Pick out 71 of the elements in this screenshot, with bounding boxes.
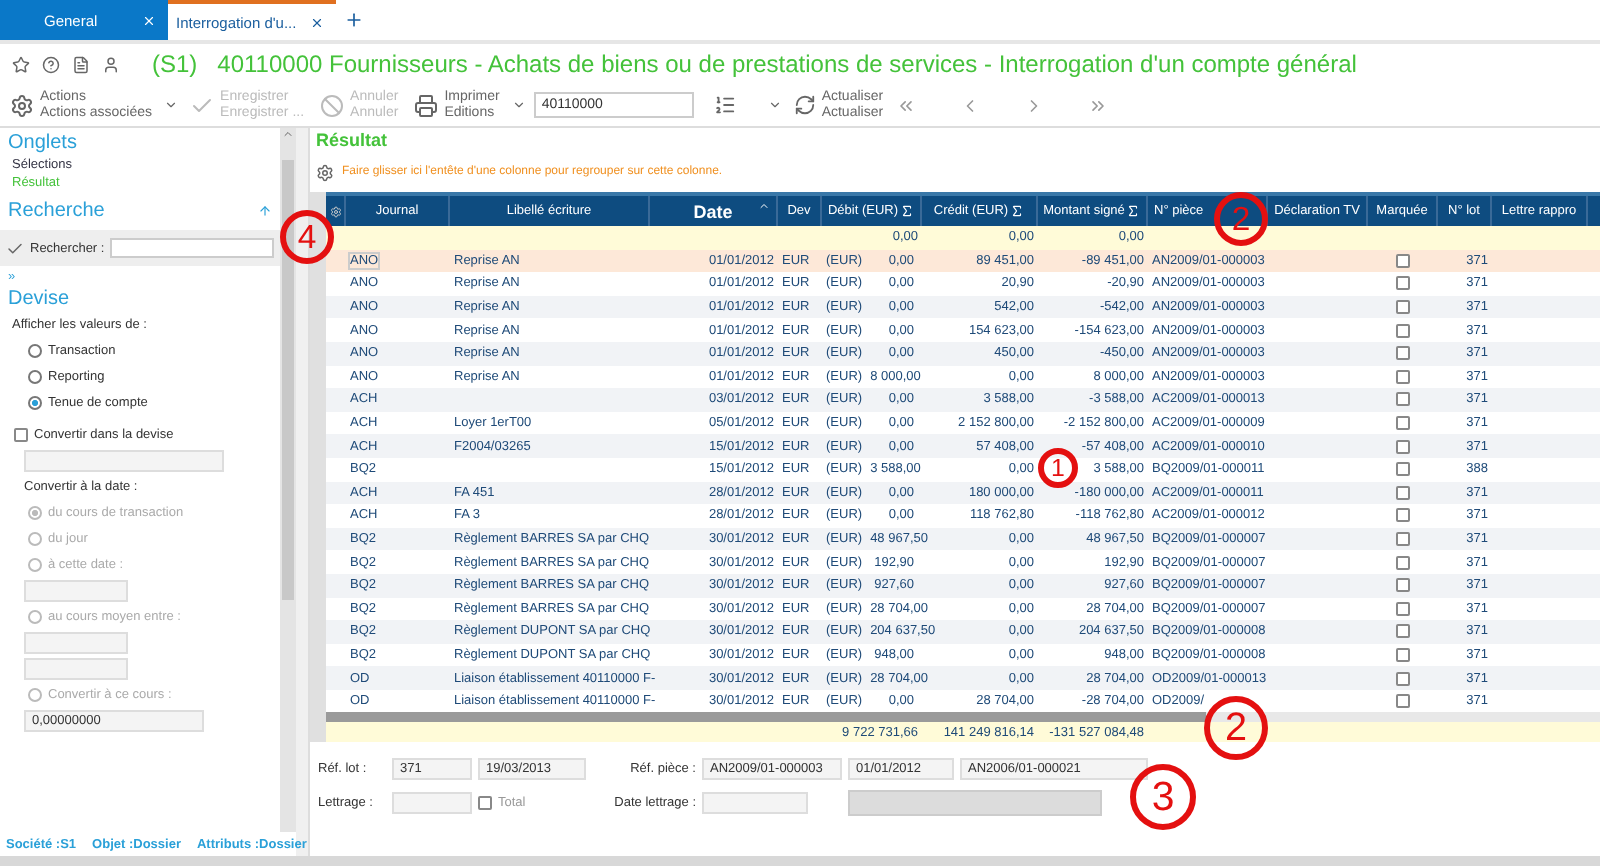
checkbox[interactable] [1396,346,1410,361]
last-icon[interactable] [1087,95,1108,115]
checkbox[interactable] [1396,647,1410,662]
checkbox[interactable] [1396,532,1410,547]
section-title: Devise [8,288,72,310]
lettrage-field[interactable] [392,792,472,815]
checkbox[interactable] [1396,508,1410,523]
section-title: Onglets [8,132,79,154]
radio-button[interactable] [28,370,42,384]
printer-icon [414,93,439,117]
help-icon[interactable] [42,55,60,73]
gear-icon [10,93,34,117]
checkbox[interactable] [1396,369,1410,384]
sum-icon [1010,204,1025,218]
radio-button[interactable] [28,396,42,410]
caret-icon[interactable] [164,98,179,112]
sum-icon [900,204,915,218]
user-icon[interactable] [102,55,120,73]
caret-icon[interactable] [511,98,526,112]
callout-marker: 2 [1204,696,1268,760]
checkbox[interactable] [1396,392,1410,407]
checkbox[interactable] [1396,253,1410,268]
sum-icon [1126,204,1141,218]
page-title: 40110000 Fournisseurs - Achats de biens ou de prestations de services - Interrogation d'un compte général [217,50,1357,78]
date-lettrage-field[interactable] [702,792,808,815]
section-title: Résultat [314,130,390,154]
checkbox[interactable] [1396,601,1410,616]
caret-icon[interactable] [767,98,782,112]
callout-marker: 3 [1130,764,1196,830]
star-icon[interactable] [12,55,30,73]
scrollbar-thumb[interactable] [326,712,1206,723]
date-field[interactable] [24,632,128,654]
search-field[interactable] [110,238,274,258]
checkbox[interactable] [1396,624,1410,639]
sort-list-icon[interactable] [713,94,736,116]
checkbox[interactable] [1396,485,1410,500]
callout-marker: 4 [280,210,334,264]
section-title: Recherche [8,200,105,222]
radio-button[interactable] [28,344,42,358]
page-title-code: (S1) [152,50,198,78]
checkbox[interactable] [1396,555,1410,570]
close-icon[interactable] [310,15,324,29]
scrollbar-thumb[interactable] [282,160,294,600]
checkbox[interactable] [1396,300,1410,315]
checkbox[interactable] [14,428,28,442]
check-icon [6,239,24,257]
checkbox[interactable] [1396,416,1410,431]
sort-icon[interactable] [758,200,770,212]
checkbox[interactable] [1396,578,1410,593]
checkbox[interactable] [1396,439,1410,454]
checkbox[interactable] [1396,276,1410,291]
settings-icon[interactable] [316,163,334,181]
callout-marker: 1 [1038,448,1078,488]
add-tab-icon[interactable] [344,10,364,30]
checkbox[interactable] [1396,462,1410,477]
select-all-icon[interactable] [329,205,341,217]
ban-icon [320,93,345,117]
scroll-up-icon[interactable] [282,128,294,140]
refresh-icon [793,94,816,116]
checkbox[interactable] [1396,671,1410,686]
date-field[interactable] [24,658,128,680]
checkbox[interactable] [1396,694,1410,709]
checkbox[interactable] [1396,323,1410,338]
currency-field[interactable] [24,450,224,472]
date-field[interactable] [24,580,128,602]
column-header[interactable]: Date [693,201,733,221]
check-icon [190,93,215,117]
document-icon[interactable] [72,55,90,73]
checkbox[interactable] [478,796,492,811]
first-icon[interactable] [895,95,916,115]
collapse-icon[interactable] [258,204,272,218]
